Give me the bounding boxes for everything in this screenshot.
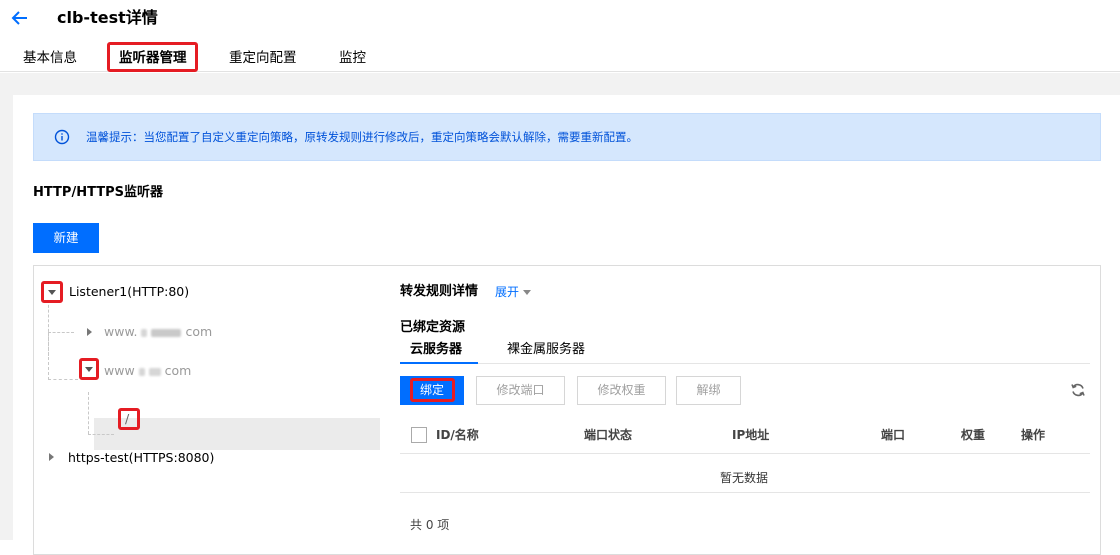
new-listener-button[interactable]: 新建 (33, 223, 99, 253)
domain1-prefix: www. (104, 324, 138, 339)
empty-state-text: 暂无数据 (720, 471, 769, 485)
tree-connector (88, 434, 114, 435)
tree-path[interactable]: / (125, 410, 129, 428)
expand-label: 展开 (495, 285, 520, 299)
table-divider (400, 492, 1090, 493)
collapse-caret-icon[interactable] (85, 367, 93, 372)
col-weight: 权重 (961, 428, 986, 442)
unbind-button[interactable]: 解绑 (676, 376, 741, 405)
expand-caret-icon[interactable] (49, 453, 54, 461)
select-all-checkbox[interactable] (411, 427, 427, 443)
tab-basic-info[interactable]: 基本信息 (23, 48, 77, 68)
section-title: HTTP/HTTPS监听器 (33, 185, 163, 200)
expand-link[interactable]: 展开 (495, 282, 532, 302)
info-icon (54, 129, 70, 145)
col-ip-address: IP地址 (732, 428, 770, 442)
tab-monitoring[interactable]: 监控 (339, 48, 366, 68)
tree-connector (48, 332, 49, 380)
page-title: clb-test详情 (57, 8, 158, 27)
tree-connector (48, 379, 78, 380)
notice-banner: 温馨提示：当您配置了自定义重定向策略，原转发规则进行修改后，重定向策略会默认解除… (33, 113, 1101, 161)
bound-resources-title: 已绑定资源 (400, 320, 466, 335)
col-actions: 操作 (1021, 428, 1046, 442)
notice-text: 温馨提示：当您配置了自定义重定向策略，原转发规则进行修改后，重定向策略会默认解除… (86, 130, 638, 144)
tree-domain2[interactable]: www com (104, 362, 191, 380)
collapse-caret-icon[interactable] (48, 290, 56, 295)
domain2-prefix: www (104, 363, 135, 378)
tree-connector (88, 392, 89, 434)
col-id-name: ID/名称 (436, 428, 479, 442)
listener-panel: 温馨提示：当您配置了自定义重定向策略，原转发规则进行修改后，重定向策略会默认解除… (13, 95, 1120, 555)
listener-tree: Listener1(HTTP:80) www. com www com / ht… (34, 266, 394, 554)
domain1-suffix: com (185, 324, 213, 339)
listener-main-box: Listener1(HTTP:80) www. com www com / ht… (33, 265, 1101, 555)
refresh-icon[interactable] (1070, 382, 1086, 398)
col-port-status: 端口状态 (584, 428, 633, 442)
bind-highlight-box (410, 378, 455, 402)
chevron-down-icon (523, 290, 532, 295)
subtab-active-indicator (400, 362, 478, 364)
tree-connector (48, 332, 74, 333)
expand-caret-icon[interactable] (87, 328, 92, 336)
modify-port-button[interactable]: 修改端口 (476, 376, 565, 405)
modify-weight-button[interactable]: 修改权重 (577, 376, 666, 405)
subtab-divider (400, 363, 1090, 364)
redacted-mask (138, 367, 145, 376)
redacted-mask (141, 328, 148, 337)
domain2-suffix: com (164, 363, 192, 378)
tree-domain1[interactable]: www. com (104, 323, 212, 341)
tree-listener1[interactable]: Listener1(HTTP:80) (69, 283, 189, 301)
subtab-cvm[interactable]: 云服务器 (410, 340, 462, 360)
tab-redirect-config[interactable]: 重定向配置 (229, 48, 297, 68)
table-header: ID/名称 端口状态 IP地址 端口 权重 操作 (400, 416, 1090, 454)
content-area: 温馨提示：当您配置了自定义重定向策略，原转发规则进行修改后，重定向策略会默认解除… (0, 73, 1120, 555)
tab-listener-management[interactable]: 监听器管理 (119, 48, 187, 68)
col-port: 端口 (881, 428, 906, 442)
total-count: 共 0 项 (410, 518, 450, 532)
redacted-mask (151, 328, 182, 337)
subtab-bare-metal[interactable]: 裸金属服务器 (507, 340, 585, 360)
tree-listener2[interactable]: https-test(HTTPS:8080) (68, 449, 214, 467)
rule-detail-title: 转发规则详情 (400, 284, 479, 299)
redacted-mask (148, 367, 161, 376)
back-arrow-icon[interactable] (10, 8, 30, 28)
top-bar: clb-test详情 基本信息 监听器管理 重定向配置 监控 (0, 0, 1120, 72)
